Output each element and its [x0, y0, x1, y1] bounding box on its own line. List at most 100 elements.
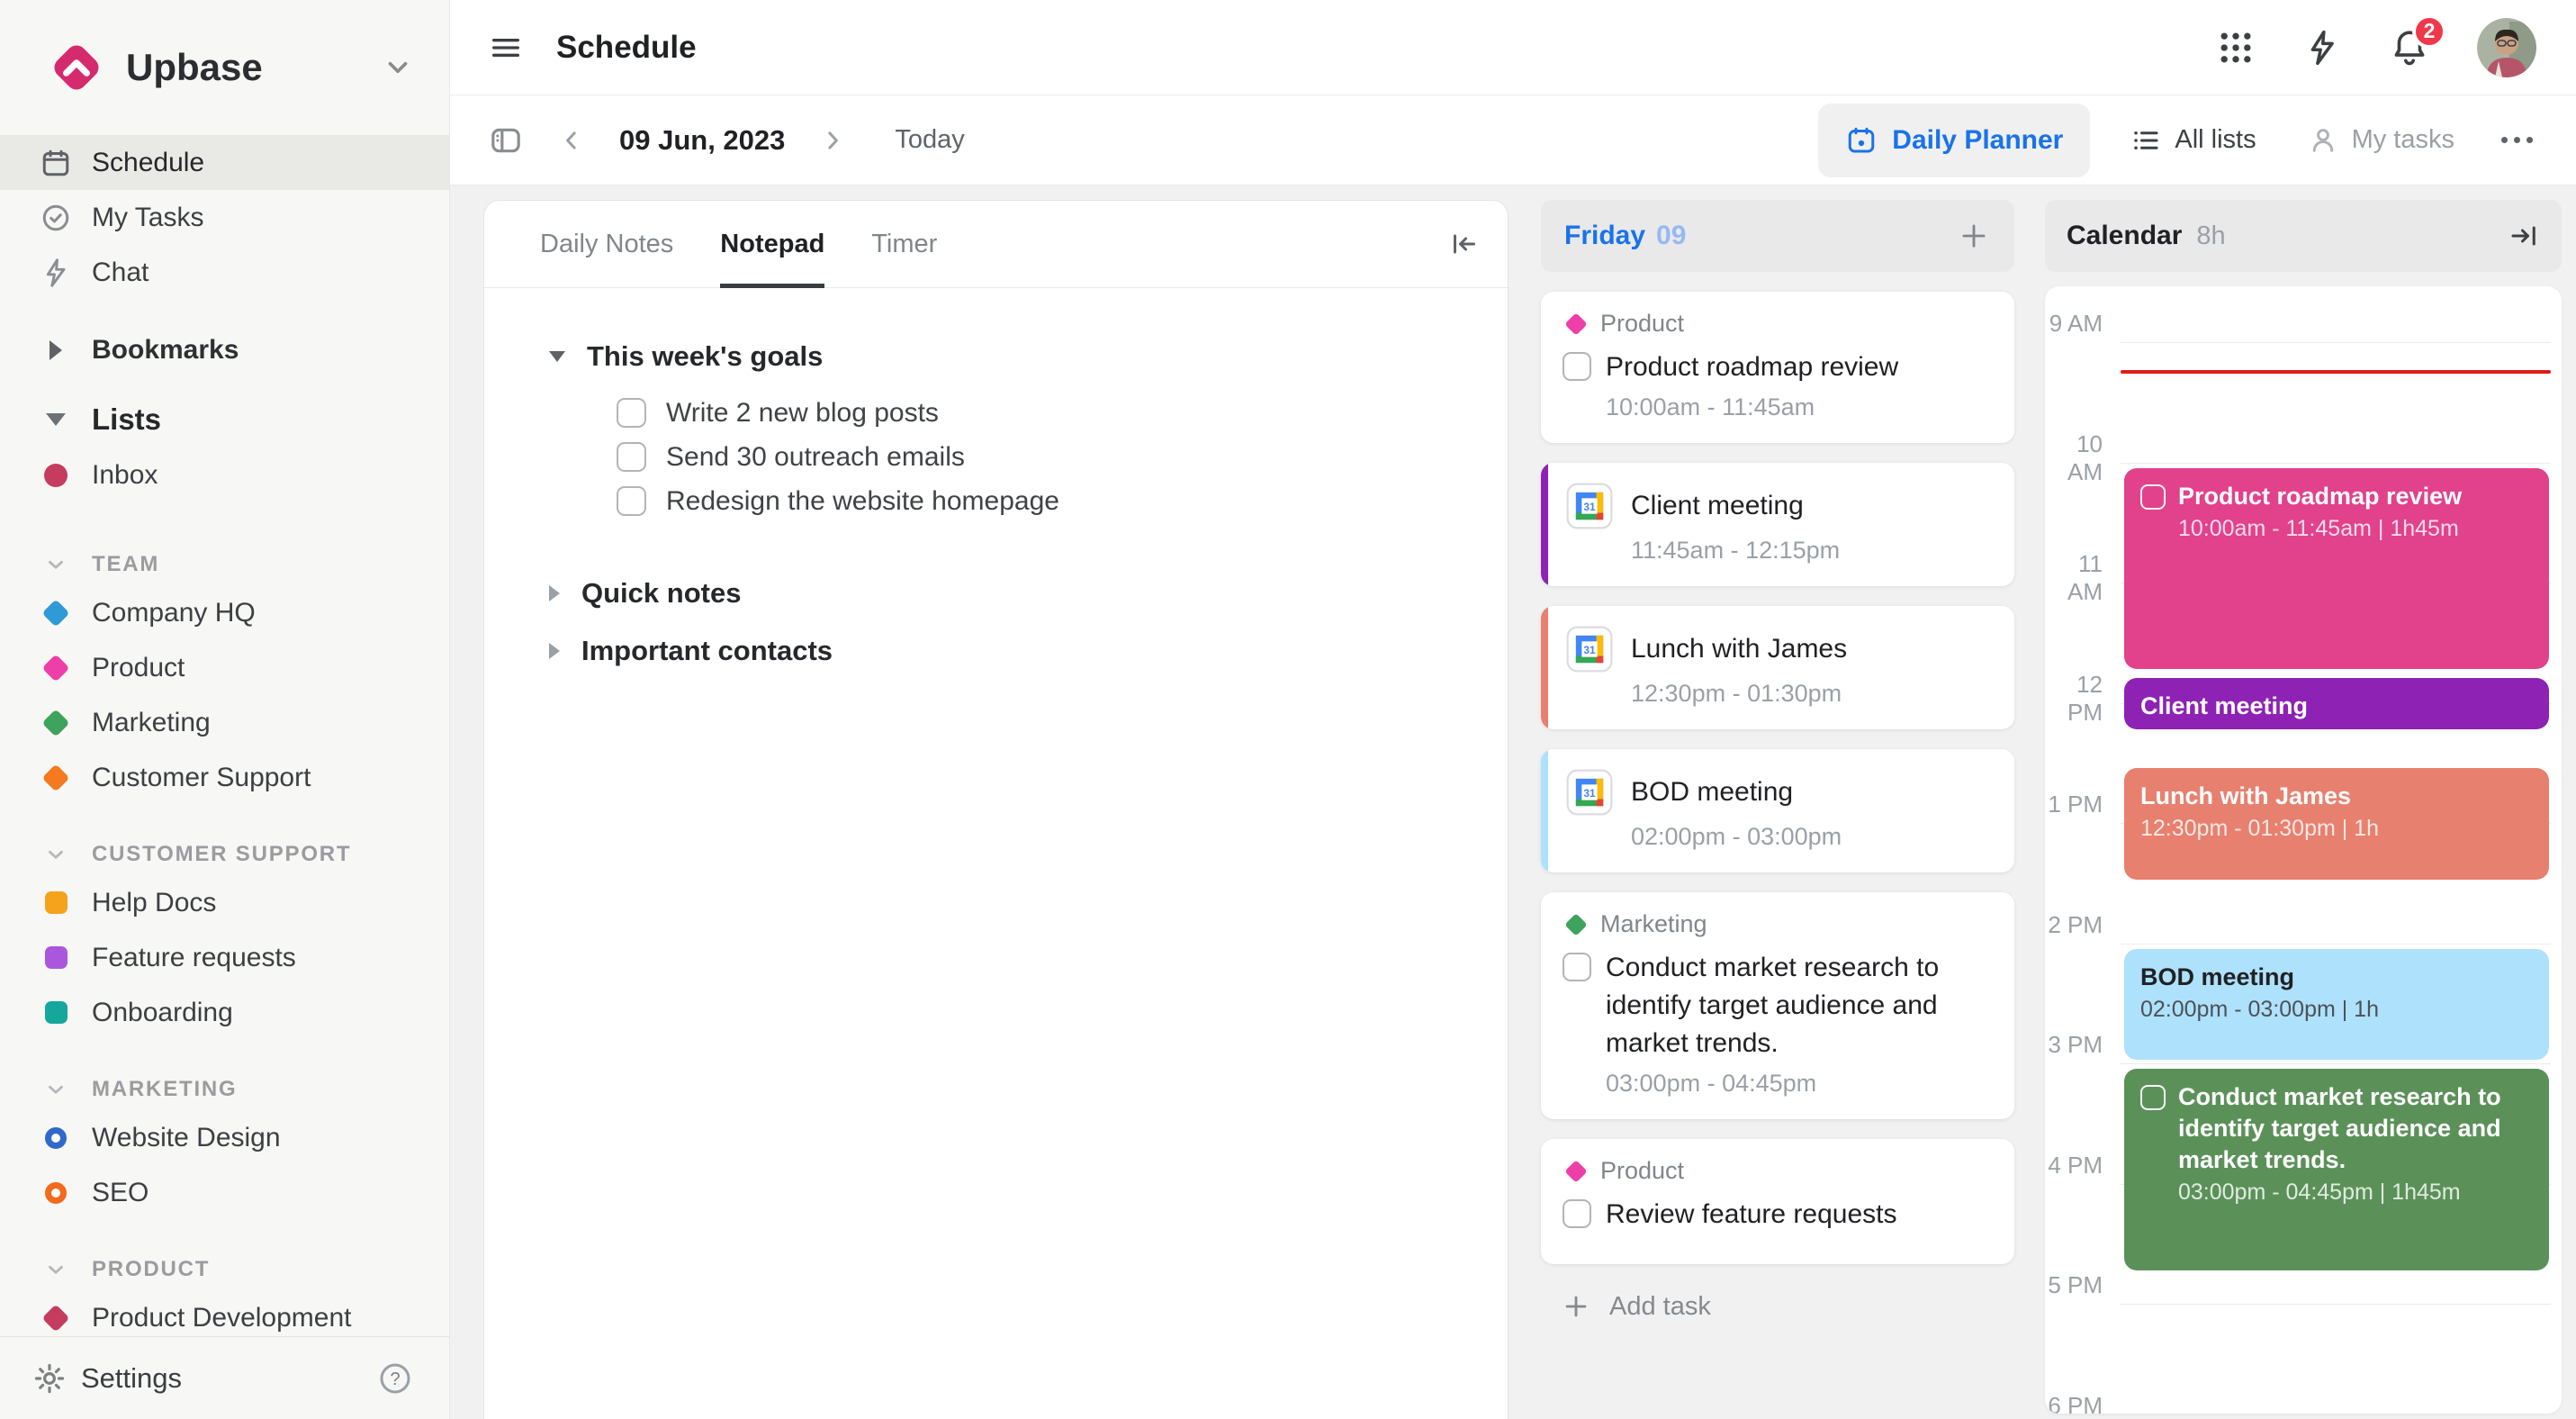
gear-icon[interactable]	[32, 1361, 67, 1396]
gcal-event-card[interactable]: 31 BOD meeting 02:00pm - 03:00pm	[1541, 749, 2014, 872]
person-icon	[2312, 128, 2333, 152]
content-area: Daily Notes Notepad Timer This week's go…	[450, 185, 2576, 1419]
calendar-event[interactable]: Lunch with James 12:30pm - 01:30pm | 1h	[2124, 768, 2549, 880]
help-icon[interactable]: ?	[377, 1360, 413, 1396]
collapse-panel-icon[interactable]	[1448, 228, 1481, 260]
settings-label[interactable]: Settings	[81, 1362, 377, 1395]
event-title: BOD meeting	[1631, 777, 1794, 807]
avatar[interactable]	[2477, 17, 2536, 77]
group-header-team[interactable]: TEAM	[0, 544, 449, 585]
check-circle-icon	[32, 202, 79, 234]
chevron-right-icon[interactable]	[819, 127, 846, 154]
sidebar-item-website-design[interactable]: Website Design	[0, 1110, 449, 1165]
sidebar-item-onboarding[interactable]: Onboarding	[0, 985, 449, 1040]
workspace-name: Upbase	[126, 46, 263, 88]
section-this-weeks-goals[interactable]: This week's goals	[549, 340, 1472, 373]
sidebar-item-label: Onboarding	[92, 997, 233, 1027]
add-task-plus-icon[interactable]	[1957, 219, 1991, 253]
checkbox[interactable]	[617, 486, 646, 516]
sidebar-item-marketing[interactable]: Marketing	[0, 695, 449, 750]
section-title: This week's goals	[587, 340, 824, 372]
day-header: Friday 09	[1541, 200, 2014, 272]
sidebar-item-inbox[interactable]: Inbox	[0, 447, 449, 502]
tab-timer[interactable]: Timer	[871, 201, 937, 288]
topbar: Schedule 2	[450, 0, 2576, 95]
task-checkbox[interactable]	[1563, 352, 1591, 381]
sidebar-item-customer-support[interactable]: Customer Support	[0, 750, 449, 805]
sidebar-section-lists[interactable]: Lists	[0, 392, 449, 447]
chevron-down-icon[interactable]	[383, 52, 413, 83]
list-color-diamond	[32, 1303, 79, 1333]
section-title: Important contacts	[581, 635, 833, 666]
task-card[interactable]: Marketing Conduct market research to ide…	[1541, 892, 2014, 1119]
svg-text:?: ?	[390, 1369, 400, 1389]
workspace-switcher[interactable]: Upbase	[0, 0, 449, 135]
list-color-diamond	[1564, 912, 1588, 936]
calendar-event[interactable]: Product roadmap review 10:00am - 11:45am …	[2124, 467, 2549, 670]
task-card[interactable]: Product Review feature requests	[1541, 1139, 2014, 1264]
apps-grid-icon[interactable]	[2216, 28, 2256, 68]
notepad-content[interactable]: This week's goals Write 2 new blog posts…	[484, 288, 1508, 676]
sidebar: Upbase Schedule My Tasks Chat Bookmarks	[0, 0, 450, 1419]
calendar-event[interactable]: Conduct market research to identify targ…	[2124, 1069, 2549, 1270]
task-list-tag: Product	[1563, 310, 1993, 338]
sidebar-item-company-hq[interactable]: Company HQ	[0, 585, 449, 640]
sidebar-item-seo[interactable]: SEO	[0, 1165, 449, 1220]
checkbox[interactable]	[617, 398, 646, 428]
bolt-icon[interactable]	[2302, 28, 2342, 68]
task-checkbox[interactable]	[1563, 1199, 1591, 1228]
checklist-item-label: Write 2 new blog posts	[666, 397, 939, 428]
event-time: 12:30pm - 01:30pm	[1631, 680, 1842, 707]
sidebar-item-schedule[interactable]: Schedule	[0, 135, 449, 190]
group-header-product[interactable]: PRODUCT	[0, 1249, 449, 1290]
sidebar-item-chat[interactable]: Chat	[0, 245, 449, 300]
sidebar-group-product: PRODUCT Product Development	[0, 1249, 449, 1345]
section-quick-notes[interactable]: Quick notes	[549, 568, 1472, 619]
section-important-contacts[interactable]: Important contacts	[549, 626, 1472, 676]
task-checkbox[interactable]	[1563, 953, 1591, 981]
event-checkbox[interactable]	[2140, 1085, 2166, 1110]
tab-notepad[interactable]: Notepad	[720, 201, 825, 288]
daily-planner-tab[interactable]: Daily Planner	[1818, 103, 2091, 177]
sidebar-item-product[interactable]: Product	[0, 640, 449, 695]
today-button[interactable]: Today	[895, 125, 964, 155]
notes-panel: Daily Notes Notepad Timer This week's go…	[483, 200, 1509, 1419]
task-card[interactable]: Product Product roadmap review 10:00am -…	[1541, 292, 2014, 443]
upbase-logo-icon	[54, 45, 99, 90]
checklist-item: Send 30 outreach emails	[617, 435, 1472, 479]
checkbox[interactable]	[617, 442, 646, 472]
group-header-customer-support[interactable]: CUSTOMER SUPPORT	[0, 834, 449, 875]
group-title: PRODUCT	[92, 1257, 211, 1281]
all-lists-tab[interactable]: All lists	[2130, 124, 2256, 157]
sidebar-item-my-tasks[interactable]: My Tasks	[0, 190, 449, 245]
calendar-event[interactable]: Client meeting	[2124, 678, 2549, 729]
calendar-event[interactable]: BOD meeting 02:00pm - 03:00pm | 1h	[2124, 948, 2549, 1060]
inbox-color-dot	[32, 463, 79, 487]
sidebar-item-bookmarks[interactable]: Bookmarks	[0, 322, 449, 377]
caret-right-icon	[32, 339, 79, 360]
notifications-button[interactable]: 2	[2389, 14, 2446, 68]
panel-toggle-icon[interactable]	[488, 122, 524, 158]
hour-label: 9 AM	[2049, 310, 2103, 337]
sidebar-item-feature-requests[interactable]: Feature requests	[0, 930, 449, 985]
event-checkbox[interactable]	[2140, 484, 2166, 510]
sidebar-group-customer-support: CUSTOMER SUPPORT Help Docs Feature reque…	[0, 834, 449, 1040]
my-tasks-tab[interactable]: My tasks	[2307, 124, 2454, 157]
more-options-icon[interactable]	[2501, 137, 2533, 143]
task-title: Conduct market research to identify targ…	[1606, 953, 1940, 1058]
checklist-item-label: Send 30 outreach emails	[666, 441, 965, 472]
event-title: Client meeting	[2140, 692, 2309, 720]
current-date[interactable]: 09 Jun, 2023	[619, 124, 785, 157]
collapse-right-icon[interactable]	[2508, 220, 2540, 252]
sidebar-item-help-docs[interactable]: Help Docs	[0, 875, 449, 930]
group-header-marketing[interactable]: MARKETING	[0, 1069, 449, 1110]
chevron-left-icon[interactable]	[558, 127, 585, 154]
gcal-event-card[interactable]: 31 Client meeting 11:45am - 12:15pm	[1541, 463, 2014, 586]
gcal-event-card[interactable]: 31 Lunch with James 12:30pm - 01:30pm	[1541, 606, 2014, 729]
menu-icon[interactable]	[488, 30, 524, 66]
calendar-timeline[interactable]: 9 AM 10 AM 11 AM 12 PM 1 PM 2 PM 3 PM 4 PM 5 PM 6…	[2045, 286, 2562, 1414]
notes-tabs: Daily Notes Notepad Timer	[484, 201, 1508, 288]
tab-daily-notes[interactable]: Daily Notes	[540, 201, 673, 288]
sidebar-item-label: Inbox	[92, 459, 158, 490]
add-task-button[interactable]: Add task	[1541, 1291, 2014, 1322]
